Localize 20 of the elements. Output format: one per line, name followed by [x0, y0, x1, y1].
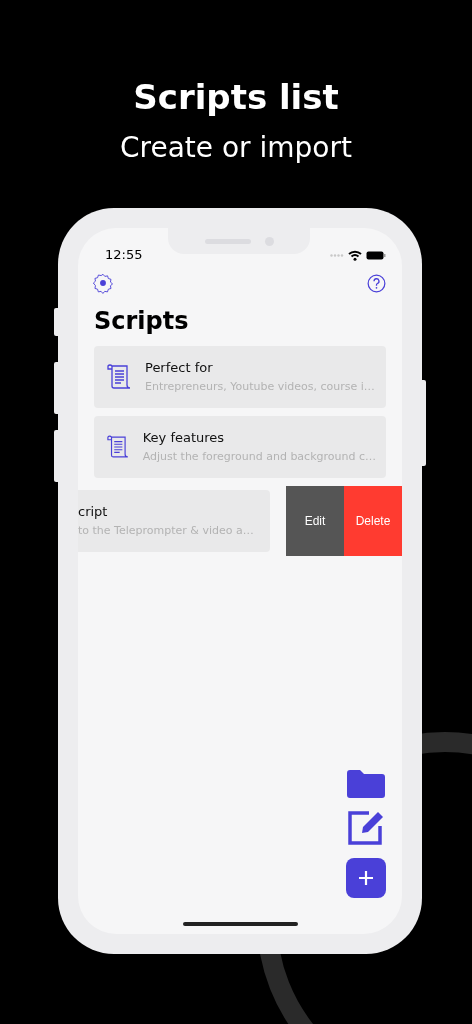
status-time: 12:55	[105, 247, 143, 264]
wifi-icon	[348, 250, 362, 261]
signal-icon	[330, 254, 344, 257]
help-icon[interactable]	[367, 273, 386, 293]
script-title: Perfect for	[145, 359, 214, 377]
screen-title: Scripts	[93, 306, 190, 336]
headline: Scripts list	[133, 77, 339, 117]
script-title: Key features	[142, 429, 226, 447]
add-button[interactable]	[346, 858, 386, 898]
scroll-icon	[107, 434, 129, 460]
subheadline: Create or import	[120, 130, 352, 166]
delete-button[interactable]: Delete	[344, 486, 402, 556]
compose-icon[interactable]	[347, 810, 385, 846]
plus-icon	[358, 870, 374, 886]
edit-button[interactable]: Edit	[286, 486, 344, 556]
settings-icon[interactable]	[92, 272, 114, 294]
folder-icon[interactable]	[347, 770, 385, 798]
script-title: cript	[78, 503, 109, 521]
battery-icon	[366, 251, 386, 260]
scroll-icon	[107, 364, 131, 390]
